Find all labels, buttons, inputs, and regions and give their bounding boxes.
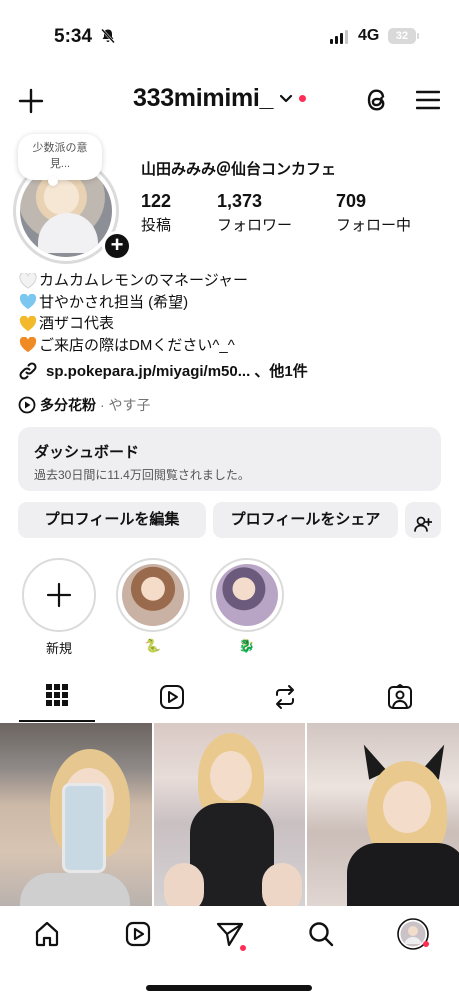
dashboard-subtitle: 過去30日間に11.4万回閲覧されました。	[34, 468, 250, 482]
photo-shape	[20, 873, 130, 906]
home-indicator	[146, 985, 312, 991]
highlight-caption: 新規	[45, 641, 72, 656]
photo-shape	[209, 751, 252, 801]
profile-header: 333mimimi_	[0, 80, 459, 120]
bio-text: カムカムレモンのマネージャー	[39, 272, 248, 289]
bottom-navigation	[0, 912, 459, 960]
highlight-cover	[122, 564, 184, 626]
professional-dashboard[interactable]: ダッシュボード 過去30日間に11.4万回閲覧されました。	[18, 427, 441, 491]
bio: カムカムレモンのマネージャー 甘やかされ担当 (希望) 酒ザコ代表 ご来店の際は…	[19, 270, 248, 356]
silent-bell-icon	[100, 28, 116, 49]
tab-reposts[interactable]	[247, 676, 323, 722]
search-icon[interactable]	[307, 920, 335, 953]
highlight-caption: 🐉	[238, 638, 256, 653]
post-thumbnail[interactable]	[0, 723, 152, 906]
battery-icon: 32	[388, 28, 416, 44]
stat-posts[interactable]: 122 投稿	[141, 191, 171, 235]
link-text: sp.pokepara.jp/miyagi/m50... 、他1件	[46, 363, 308, 380]
highlight-ring	[210, 558, 284, 632]
yellow-heart-icon	[19, 315, 37, 331]
bio-text: ご来店の際はDMください^_^	[39, 336, 235, 354]
discover-people-button[interactable]	[405, 502, 441, 538]
bio-line: ご来店の際はDMください^_^	[19, 335, 248, 357]
post-thumbnail[interactable]	[307, 723, 459, 906]
posts-grid	[0, 723, 459, 906]
add-story-button[interactable]: +	[102, 231, 132, 261]
repost-icon	[276, 685, 294, 709]
photo-shape	[163, 863, 204, 906]
stat-following[interactable]: 709 フォロー中	[336, 191, 411, 235]
bio-line: カムカムレモンのマネージャー	[19, 270, 248, 292]
highlight-new[interactable]: 新規	[21, 558, 97, 657]
status-time: 5:34	[54, 26, 93, 47]
bio-line: 酒ザコ代表	[19, 313, 248, 335]
active-tab-indicator	[19, 720, 95, 722]
photo-shape	[347, 843, 459, 906]
battery-tip	[417, 33, 419, 39]
profile-tabs	[0, 676, 459, 722]
music-artist: · やす子	[100, 397, 151, 413]
bio-text: 甘やかされ担当 (希望)	[39, 293, 189, 311]
plus-icon	[46, 582, 72, 608]
post-thumbnail[interactable]	[153, 723, 306, 906]
direct-notification-dot	[240, 945, 246, 951]
link-icon	[19, 361, 37, 380]
note-bubble[interactable]: 少数派の意見...	[18, 134, 102, 186]
profile-notification-dot	[423, 941, 429, 947]
signal-icon	[330, 30, 348, 44]
share-profile-button[interactable]: プロフィールをシェア	[213, 502, 398, 538]
chevron-down-icon	[279, 91, 293, 109]
highlight-ring	[22, 558, 96, 632]
edit-profile-button[interactable]: プロフィールを編集	[18, 502, 206, 538]
stat-label: フォロワー	[217, 217, 293, 234]
dashboard-title: ダッシュボード	[34, 444, 140, 461]
username: 333mimimi_	[133, 84, 274, 112]
highlight-caption: 🐍	[144, 638, 162, 653]
highlight-snake[interactable]: 🐍	[115, 558, 191, 654]
account-switcher[interactable]: 333mimimi_	[133, 84, 307, 113]
stat-label: フォロー中	[336, 217, 412, 234]
highlight-cover	[216, 564, 278, 626]
stat-number: 1,373	[217, 191, 263, 211]
highlight-ring	[116, 558, 190, 632]
photo-shape	[261, 863, 302, 906]
music-song: 多分花粉	[40, 397, 96, 413]
photo-shape	[383, 781, 432, 833]
stat-number: 709	[336, 191, 367, 211]
network-type: 4G	[358, 27, 380, 44]
tab-reels[interactable]	[134, 676, 210, 722]
threads-icon[interactable]	[364, 86, 390, 119]
status-bar: 5:34 4G 32	[0, 0, 459, 72]
home-icon[interactable]	[33, 920, 61, 953]
profile-music[interactable]: 多分花粉 · やす子	[18, 395, 151, 415]
highlight-dragon[interactable]: 🐉	[209, 558, 285, 654]
stat-label: 投稿	[141, 217, 172, 234]
stat-number: 122	[141, 191, 172, 211]
add-person-icon	[414, 516, 433, 532]
reels-icon	[160, 685, 184, 709]
menu-icon[interactable]	[415, 89, 441, 116]
blue-heart-icon	[19, 294, 37, 310]
grid-icon	[46, 684, 68, 706]
profile-link[interactable]: sp.pokepara.jp/miyagi/m50... 、他1件	[18, 360, 308, 381]
white-heart-icon	[19, 272, 37, 289]
profile-avatar-icon[interactable]	[397, 918, 429, 955]
tagged-icon	[388, 684, 412, 709]
reels-nav-icon[interactable]	[124, 920, 152, 953]
tab-posts[interactable]	[19, 676, 95, 722]
bio-text: 酒ザコ代表	[39, 315, 115, 332]
phone-shape	[62, 783, 106, 873]
stat-followers[interactable]: 1,373 フォロワー	[217, 191, 292, 235]
orange-heart-icon	[19, 337, 37, 353]
music-play-icon	[18, 396, 36, 414]
bio-line: 甘やかされ担当 (希望)	[19, 292, 248, 314]
plus-icon[interactable]	[18, 88, 44, 119]
display-name: 山田みみみ＠仙台コンカフェ	[141, 161, 337, 178]
tab-tagged[interactable]	[362, 676, 438, 722]
notification-dot	[299, 95, 307, 102]
